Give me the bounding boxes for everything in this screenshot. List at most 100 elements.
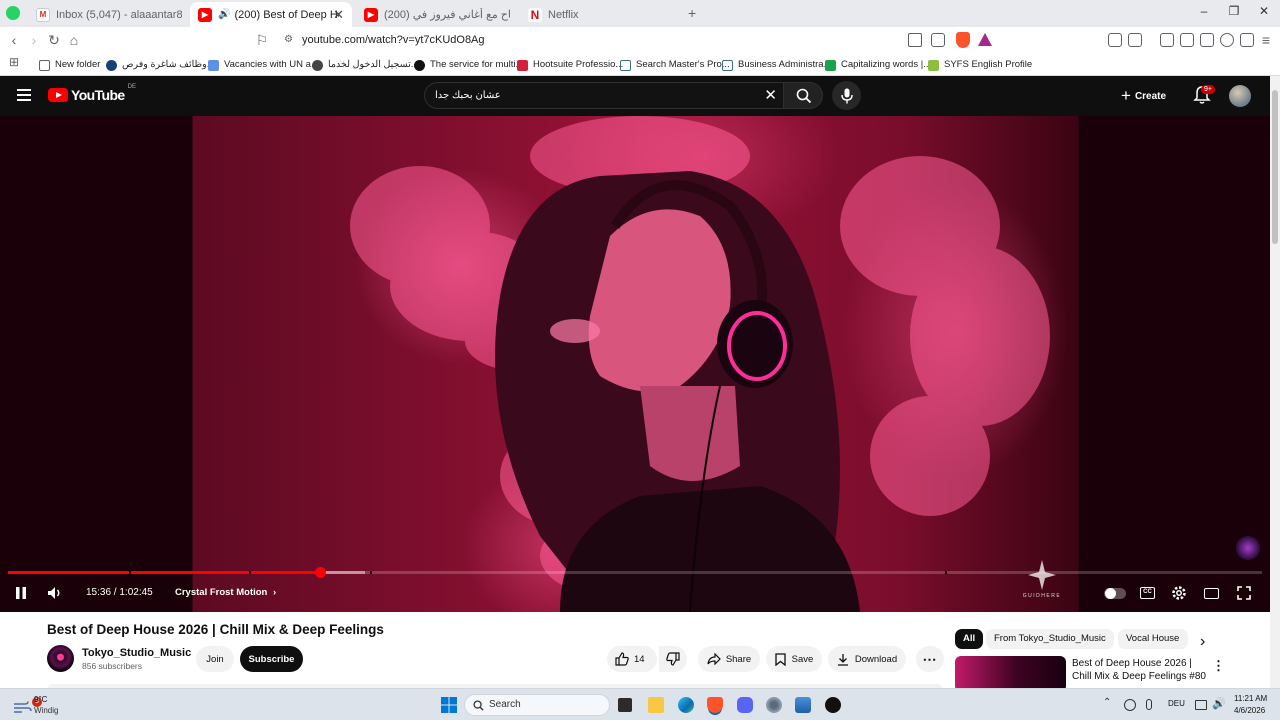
bookmark-item[interactable]: تسجيل الدخول لخدما... (312, 57, 419, 73)
progress-bar[interactable] (8, 567, 1262, 578)
progress-scrubber-handle[interactable] (314, 567, 326, 578)
bookmark-item[interactable]: SYFS English Profile (928, 57, 1032, 73)
scrollbar-thumb[interactable] (1272, 90, 1278, 244)
edge-icon[interactable] (678, 697, 694, 713)
video-player[interactable]: GUIDHERE 15:36 / 1:02:45 Crystal Frost M… (0, 116, 1270, 612)
create-button[interactable]: + Create (1121, 85, 1166, 107)
save-button[interactable]: Save (766, 646, 822, 672)
download-button[interactable]: Download (828, 646, 906, 672)
close-tab-icon[interactable]: ✕ (333, 7, 344, 23)
chapter-title-button[interactable]: Crystal Frost Motion › (175, 587, 276, 598)
minimize-icon[interactable]: – (1194, 4, 1214, 18)
brave-shield-icon[interactable] (956, 32, 970, 48)
vpn-icon[interactable] (1240, 33, 1254, 47)
back-icon[interactable]: ‹ (6, 32, 22, 48)
reload-icon[interactable]: ↻ (46, 32, 62, 48)
close-window-icon[interactable]: ✕ (1254, 4, 1274, 18)
windows-start-icon[interactable] (441, 697, 457, 713)
bookmark-item[interactable]: Capitalizing words |... (825, 57, 931, 73)
forward-icon[interactable]: › (26, 32, 42, 48)
wallet-alt-icon[interactable] (1200, 33, 1214, 47)
search-input[interactable]: عشان بحبك جدا ✕ (424, 82, 783, 109)
subscribe-button[interactable]: Subscribe (240, 646, 303, 672)
channel-avatar[interactable] (47, 645, 74, 672)
microphone-tray-icon[interactable] (1146, 699, 1152, 710)
bookmark-item[interactable]: Vacancies with UN a... (208, 57, 319, 73)
page-scrollbar[interactable] (1270, 76, 1280, 688)
wallet-icon[interactable] (1128, 33, 1142, 47)
join-button[interactable]: Join (196, 646, 234, 672)
bookmark-item[interactable]: New folder (39, 57, 100, 73)
hamburger-menu-icon[interactable] (17, 89, 31, 101)
autoplay-toggle[interactable] (1104, 588, 1126, 599)
task-view-icon[interactable] (618, 698, 632, 712)
bookmark-item[interactable]: وظائف شاغرة وفرص... (106, 57, 215, 73)
restore-icon[interactable]: ❐ (1224, 4, 1244, 18)
more-vertical-icon[interactable]: ⋮ (1212, 658, 1225, 674)
volume-icon[interactable] (47, 586, 63, 600)
miniplayer-thumbnail-icon[interactable] (1236, 536, 1260, 560)
file-explorer-icon[interactable] (648, 697, 664, 713)
clock-time[interactable]: 11:21 AM (1234, 694, 1267, 703)
new-tab-button[interactable]: + (688, 5, 696, 21)
brave-rewards-icon[interactable] (978, 33, 992, 46)
settings-app-icon[interactable] (766, 697, 782, 713)
photos-app-icon[interactable] (795, 697, 811, 713)
theater-mode-icon[interactable] (1204, 588, 1219, 599)
clear-search-icon[interactable]: ✕ (764, 87, 777, 104)
bookmark-item[interactable]: Hootsuite Professio... (517, 57, 623, 73)
chip-all[interactable]: All (955, 629, 984, 649)
site-info-icon[interactable]: ⚙ (284, 29, 293, 51)
tab-youtube-active[interactable]: ▶ 🔊 (200) Best of Deep House 20… ✕ (190, 2, 352, 27)
chevron-right-icon[interactable]: › (1200, 633, 1205, 651)
share-page-icon[interactable] (931, 33, 945, 47)
bookmark-item[interactable]: The service for multi... (414, 57, 523, 73)
tray-overflow-icon[interactable]: ⌃ (1103, 697, 1111, 708)
speaker-tray-icon[interactable]: 🔊 (1212, 697, 1226, 710)
apps-grid-icon[interactable]: ⊞ (6, 54, 22, 70)
recommendation-title[interactable]: Best of Deep House 2026 | Chill Mix & De… (1072, 657, 1207, 683)
youtube-logo[interactable]: YouTube DE (48, 84, 136, 103)
home-icon[interactable]: ⌂ (66, 32, 82, 48)
leo-ai-icon[interactable] (1220, 33, 1234, 47)
pause-icon[interactable] (14, 586, 28, 600)
whatsapp-icon[interactable] (6, 6, 20, 20)
discord-icon[interactable] (737, 697, 753, 713)
chip-vocal-house[interactable]: Vocal House (1118, 629, 1188, 649)
like-button[interactable]: 14 (607, 646, 657, 672)
taskbar-search-box[interactable]: Search (464, 694, 610, 716)
bookmark-item[interactable]: Business Administra... (722, 57, 831, 73)
video-frame[interactable] (0, 116, 1270, 612)
chatgpt-icon[interactable] (825, 697, 841, 713)
tab-gmail[interactable]: M Inbox (5,047) - alaaantar8@gmail.com (28, 2, 190, 27)
input-language[interactable]: DEU (1168, 699, 1185, 708)
more-actions-button[interactable]: ⋯ (916, 646, 944, 672)
cast-icon[interactable] (908, 33, 922, 47)
display-icon[interactable] (1195, 700, 1207, 710)
media-icon[interactable] (1160, 33, 1174, 47)
r-green-icon (825, 59, 836, 71)
bookmark-page-icon[interactable]: ⚐ (254, 32, 270, 48)
tab-netflix[interactable]: N Netflix (520, 2, 682, 27)
extensions-icon[interactable] (1108, 33, 1122, 47)
speaker-icon[interactable]: 🔊 (218, 9, 230, 20)
chip-from-channel[interactable]: From Tokyo_Studio_Music (986, 629, 1114, 649)
fullscreen-icon[interactable] (1237, 586, 1251, 600)
dislike-button[interactable] (659, 646, 687, 672)
user-avatar[interactable] (1229, 85, 1251, 107)
voice-search-button[interactable] (832, 81, 861, 110)
channel-name[interactable]: Tokyo_Studio_Music (82, 647, 191, 659)
tab-youtube-fairuz[interactable]: ▶ قهوة الصباح مع أغاني فيروز في (200) (356, 2, 518, 27)
bookmark-item[interactable]: Search Master's Pro... (620, 57, 730, 73)
captions-icon[interactable]: CC (1140, 587, 1155, 599)
bookmark-icon (775, 652, 786, 666)
browser-menu-icon[interactable]: ≡ (1258, 32, 1274, 48)
share-button[interactable]: Share (698, 646, 760, 672)
clock-date[interactable]: 4/6/2026 (1234, 706, 1265, 715)
network-icon[interactable] (1124, 699, 1136, 711)
brave-browser-icon[interactable] (707, 697, 723, 713)
recommendation-thumbnail[interactable] (955, 656, 1066, 692)
search-button[interactable] (783, 82, 823, 109)
settings-gear-icon[interactable] (1171, 585, 1187, 601)
sidebar-icon[interactable] (1180, 33, 1194, 47)
